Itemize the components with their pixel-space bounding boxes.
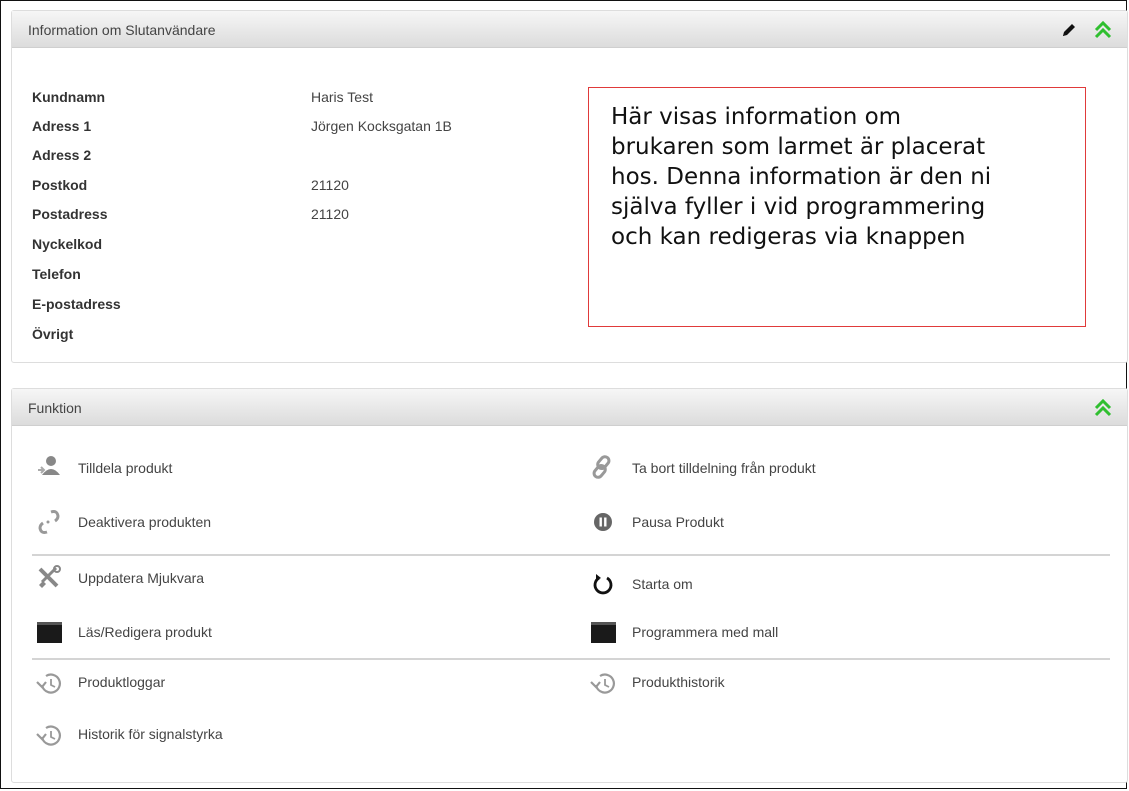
update-software-action[interactable]: Uppdatera Mjukvara	[32, 563, 204, 593]
broken-link-icon	[32, 507, 66, 537]
field-label: Övrigt	[32, 326, 74, 342]
read-edit-product-action[interactable]: Läs/Redigera produkt	[32, 617, 212, 647]
remove-assignment-action[interactable]: Ta bort tilldelning från produkt	[586, 453, 816, 483]
annotation-note: Här visas information om brukaren som la…	[588, 87, 1086, 327]
assign-user-icon	[32, 453, 66, 483]
history-icon	[586, 667, 620, 697]
panel-title: Information om Slutanvändare	[28, 22, 216, 38]
field-label: Nyckelkod	[32, 236, 103, 252]
deactivate-product-action[interactable]: Deaktivera produkten	[32, 507, 211, 537]
action-label: Läs/Redigera produkt	[78, 624, 212, 640]
restart-action[interactable]: Starta om	[586, 569, 693, 599]
history-icon	[32, 719, 66, 749]
field-label: Postkod	[32, 177, 88, 193]
panel-header: Information om Slutanvändare	[12, 11, 1127, 48]
action-label: Starta om	[632, 576, 693, 592]
action-label: Tilldela produkt	[78, 460, 173, 476]
action-label: Produkthistorik	[632, 674, 725, 690]
history-icon	[32, 667, 66, 697]
field-label: E-postadress	[32, 296, 121, 312]
product-history-action[interactable]: Produkthistorik	[586, 667, 725, 697]
field-label: Postadress	[32, 206, 108, 222]
page-frame: Information om Slutanvändare Kundnamn Ha…	[0, 0, 1128, 789]
terminal-icon	[32, 617, 66, 647]
action-label: Deaktivera produkten	[78, 514, 212, 530]
field-label: Adress 1	[32, 118, 92, 134]
pencil-icon[interactable]	[1059, 20, 1079, 40]
action-label: Ta bort tilldelning från produkt	[632, 460, 816, 476]
note-line: hos. Denna information är den ni	[611, 164, 992, 190]
collapse-chevron-icon[interactable]	[1093, 20, 1113, 40]
note-line: själva fyller i vid programmering	[611, 194, 986, 220]
product-logs-action[interactable]: Produktloggar	[32, 667, 165, 697]
action-label: Historik för signalstyrka	[78, 726, 223, 742]
field-value: 21120	[311, 206, 349, 222]
field-label: Telefon	[32, 266, 81, 282]
field-label: Kundnamn	[32, 89, 106, 105]
panel-title: Funktion	[28, 400, 82, 416]
terminal-icon	[586, 617, 620, 647]
restart-icon	[586, 569, 620, 599]
action-label: Produktloggar	[78, 674, 166, 690]
pause-icon	[586, 507, 620, 537]
signal-strength-history-action[interactable]: Historik för signalstyrka	[32, 719, 223, 749]
collapse-chevron-icon[interactable]	[1093, 398, 1113, 418]
program-with-template-action[interactable]: Programmera med mall	[586, 617, 778, 647]
field-value: 21120	[311, 177, 349, 193]
end-user-info-panel: Information om Slutanvändare Kundnamn Ha…	[11, 10, 1128, 363]
note-line: och kan redigeras via knappen	[611, 224, 966, 250]
divider	[32, 554, 1110, 556]
field-value: Haris Test	[311, 89, 373, 105]
action-label: Uppdatera Mjukvara	[78, 570, 205, 586]
assign-product-action[interactable]: Tilldela produkt	[32, 453, 172, 483]
pause-product-action[interactable]: Pausa Produkt	[586, 507, 724, 537]
field-label: Adress 2	[32, 147, 92, 163]
function-panel: Funktion Tilldela produkt Ta bort tillde…	[11, 388, 1128, 783]
panel-header: Funktion	[12, 389, 1127, 426]
action-label: Programmera med mall	[632, 624, 779, 640]
action-label: Pausa Produkt	[632, 514, 724, 530]
note-line: brukaren som larmet är placerat	[611, 134, 986, 160]
tools-icon	[32, 563, 66, 593]
unlink-icon	[586, 453, 620, 483]
field-value: Jörgen Kocksgatan 1B	[311, 118, 452, 134]
divider	[32, 658, 1110, 660]
note-line: Här visas information om	[611, 104, 902, 130]
